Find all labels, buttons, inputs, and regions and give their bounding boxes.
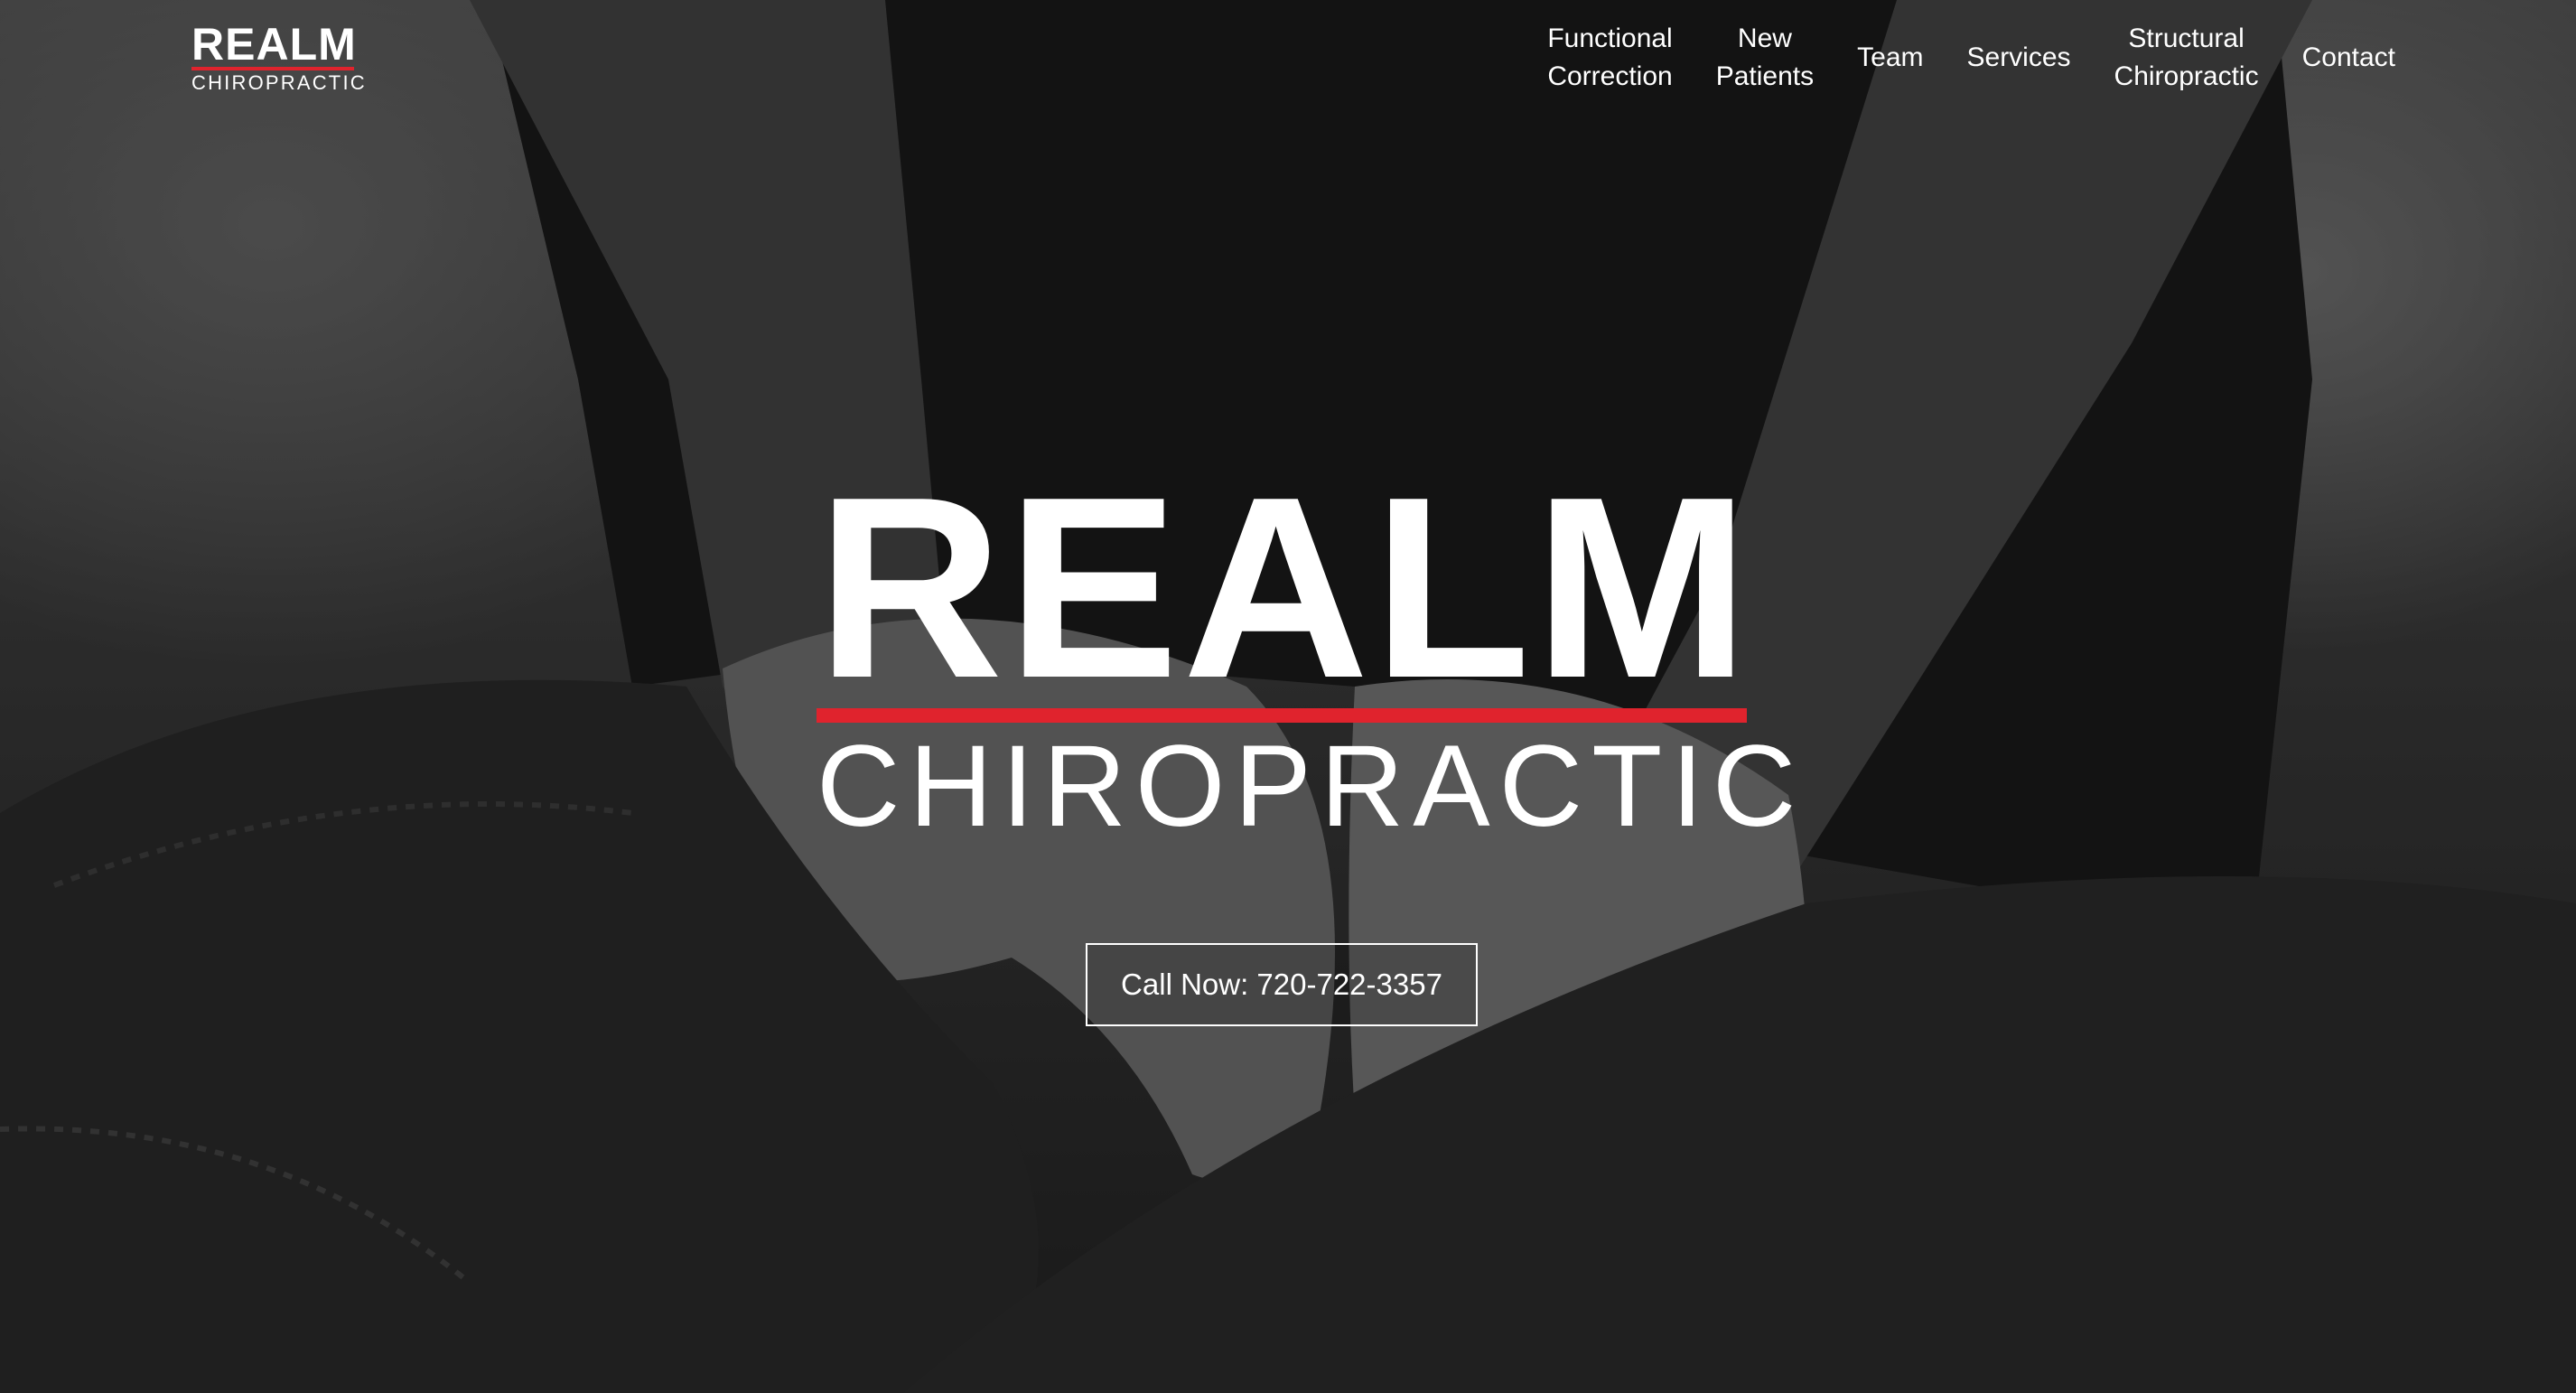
logo-tagline: CHIROPRACTIC	[191, 71, 367, 94]
hero-logo: REALM CHIROPRACTIC	[817, 443, 1806, 851]
hero-title: REALM	[817, 443, 1753, 732]
nav-item-contact[interactable]: Contact	[2281, 39, 2417, 77]
nav-item-team[interactable]: Team	[1835, 39, 1945, 77]
nav-item-label: Correction	[1547, 61, 1673, 91]
logo-link[interactable]: REALM CHIROPRACTIC	[191, 19, 367, 94]
nav-item-label: Team	[1857, 42, 1924, 72]
nav-item-structural-chiropractic[interactable]: Structural Chiropractic	[2093, 20, 2281, 96]
nav-item-label: New	[1737, 23, 1792, 53]
call-now-button[interactable]: Call Now: 720-722-3357	[1086, 943, 1478, 1026]
nav-item-label: Contact	[2301, 42, 2395, 72]
nav-item-label: Patients	[1715, 61, 1815, 91]
nav-item-label: Services	[1966, 42, 2071, 72]
nav-item-functional-correction[interactable]: Functional Correction	[1526, 20, 1694, 96]
nav-item-services[interactable]: Services	[1946, 39, 2093, 77]
nav-item-label: Chiropractic	[2114, 61, 2259, 91]
hero-subtitle: CHIROPRACTIC	[817, 722, 1806, 851]
main-nav: Functional Correction New Patients Team …	[1526, 18, 2417, 98]
nav-item-label: Functional	[1547, 23, 1673, 53]
site-header: REALM CHIROPRACTIC Functional Correction…	[0, 0, 2576, 117]
nav-item-new-patients[interactable]: New Patients	[1694, 20, 1835, 96]
logo-wordmark: REALM	[191, 19, 357, 70]
nav-item-label: Structural	[2128, 23, 2245, 53]
hero-section: REALM CHIROPRACTIC Functional Correction…	[0, 0, 2576, 1393]
